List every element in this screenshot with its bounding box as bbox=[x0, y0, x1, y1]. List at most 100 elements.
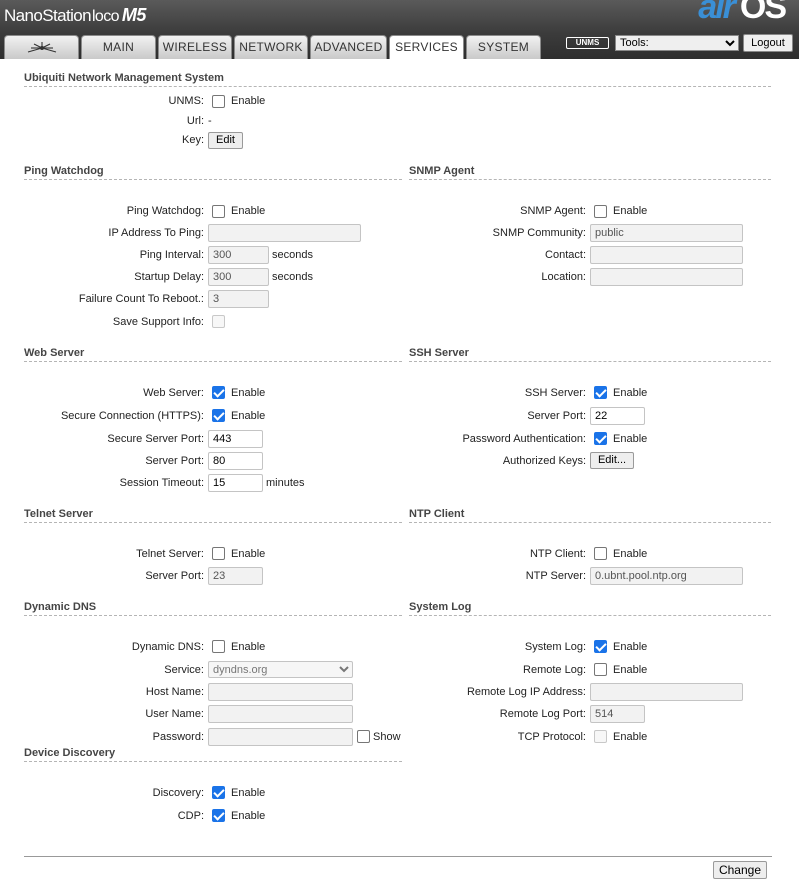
telnet-port-input[interactable] bbox=[208, 567, 263, 585]
section-title-system-log: System Log bbox=[409, 601, 771, 616]
ddns-show-password-label: Show bbox=[373, 731, 401, 743]
ntp-server-input[interactable] bbox=[590, 567, 743, 585]
ddns-host-label: Host Name: bbox=[145, 686, 204, 698]
remote-log-checkbox[interactable] bbox=[594, 663, 607, 676]
ping-ip-input[interactable] bbox=[208, 224, 361, 242]
tcp-protocol-checkbox[interactable] bbox=[594, 730, 607, 743]
unms-key-label: Key: bbox=[181, 134, 204, 146]
snmp-location-input[interactable] bbox=[590, 268, 743, 286]
tab-network[interactable]: NETWORK bbox=[234, 35, 308, 59]
system-log-checkbox[interactable] bbox=[594, 640, 607, 653]
telnet-port-label: Server Port: bbox=[145, 570, 204, 582]
unms-badge-label: UNMS bbox=[575, 38, 600, 47]
web-server-port-input[interactable] bbox=[208, 452, 263, 470]
ddns-service-label: Service: bbox=[164, 664, 204, 676]
device-brand: NanoStationloco M5 bbox=[4, 5, 146, 27]
snmp-community-label: SNMP Community: bbox=[492, 227, 586, 239]
secure-server-port-input[interactable] bbox=[208, 430, 263, 448]
secure-server-port-label: Secure Server Port: bbox=[107, 433, 204, 445]
unms-url-value: - bbox=[208, 115, 212, 127]
ping-watchdog-checkbox[interactable] bbox=[212, 205, 225, 218]
https-enable-label: Enable bbox=[231, 410, 266, 422]
tab-system[interactable]: SYSTEM bbox=[466, 35, 541, 59]
session-timeout-input[interactable] bbox=[208, 474, 263, 492]
snmp-contact-label: Contact: bbox=[545, 249, 586, 261]
ssh-port-input[interactable] bbox=[590, 407, 645, 425]
unms-enable-label: Enable bbox=[231, 95, 266, 107]
web-server-checkbox[interactable] bbox=[212, 386, 225, 399]
ddns-password-label: Password: bbox=[152, 731, 204, 743]
ddns-show-password-checkbox[interactable] bbox=[357, 730, 370, 743]
ping-ip-label: IP Address To Ping: bbox=[108, 227, 204, 239]
section-title-ssh-server: SSH Server bbox=[409, 347, 771, 362]
tab-services[interactable]: SERVICES bbox=[389, 35, 464, 60]
remote-log-enable-label: Enable bbox=[613, 664, 648, 676]
remote-log-ip-input[interactable] bbox=[590, 683, 743, 701]
startup-delay-unit: seconds bbox=[272, 271, 313, 283]
ntp-client-label: NTP Client: bbox=[529, 548, 586, 560]
dynamic-dns-checkbox[interactable] bbox=[212, 640, 225, 653]
snmp-contact-input[interactable] bbox=[590, 246, 743, 264]
remote-log-port-input[interactable] bbox=[590, 705, 645, 723]
snmp-agent-checkbox[interactable] bbox=[594, 205, 607, 218]
ssh-server-enable-label: Enable bbox=[613, 387, 648, 399]
https-checkbox[interactable] bbox=[212, 409, 225, 422]
unms-key-edit-button[interactable]: Edit bbox=[208, 132, 243, 149]
logout-button[interactable]: Logout bbox=[743, 34, 793, 52]
remote-log-port-label: Remote Log Port: bbox=[499, 708, 586, 720]
ping-interval-label: Ping Interval: bbox=[139, 249, 204, 261]
ntp-client-enable-label: Enable bbox=[613, 548, 648, 560]
ddns-service-select[interactable]: dyndns.org bbox=[208, 661, 353, 678]
save-support-info-label: Save Support Info: bbox=[112, 316, 204, 328]
unms-url-label: Url: bbox=[186, 115, 204, 127]
https-label: Secure Connection (HTTPS): bbox=[60, 410, 204, 422]
section-title-ping-watchdog: Ping Watchdog bbox=[24, 165, 402, 180]
top-header: NanoStationloco M5 air OS MAIN WIRELESS NE… bbox=[0, 0, 799, 60]
ping-watchdog-label: Ping Watchdog: bbox=[126, 205, 204, 217]
change-button[interactable]: Change bbox=[713, 861, 767, 879]
ddns-password-input[interactable] bbox=[208, 728, 353, 746]
logo-air-text: air bbox=[698, 0, 736, 26]
airos-logo: air OS bbox=[698, 0, 787, 26]
footer-divider bbox=[24, 856, 772, 857]
failure-count-input[interactable] bbox=[208, 290, 269, 308]
ssh-server-checkbox[interactable] bbox=[594, 386, 607, 399]
discovery-enable-label: Enable bbox=[231, 787, 266, 799]
system-log-label: System Log: bbox=[524, 641, 586, 653]
brand-generation: M5 bbox=[121, 5, 146, 25]
discovery-checkbox[interactable] bbox=[212, 786, 225, 799]
tab-wireless[interactable]: WIRELESS bbox=[158, 35, 232, 59]
section-title-dynamic-dns: Dynamic DNS bbox=[24, 601, 402, 616]
ddns-user-input[interactable] bbox=[208, 705, 353, 723]
telnet-server-enable-label: Enable bbox=[231, 548, 266, 560]
tcp-protocol-enable-label: Enable bbox=[613, 731, 648, 743]
ping-interval-input[interactable] bbox=[208, 246, 269, 264]
snmp-agent-enable-label: Enable bbox=[613, 205, 648, 217]
authorized-keys-edit-button[interactable]: Edit... bbox=[590, 452, 634, 469]
unms-checkbox[interactable] bbox=[212, 95, 225, 108]
password-auth-checkbox[interactable] bbox=[594, 432, 607, 445]
ddns-host-input[interactable] bbox=[208, 683, 353, 701]
tab-advanced[interactable]: ADVANCED bbox=[310, 35, 387, 59]
authorized-keys-label: Authorized Keys: bbox=[502, 455, 586, 467]
unms-label: UNMS: bbox=[168, 95, 204, 107]
section-title-telnet-server: Telnet Server bbox=[24, 508, 402, 523]
ssh-port-label: Server Port: bbox=[527, 410, 586, 422]
startup-delay-input[interactable] bbox=[208, 268, 269, 286]
section-title-web-server: Web Server bbox=[24, 347, 402, 362]
tab-main[interactable]: MAIN bbox=[81, 35, 156, 59]
password-auth-label: Password Authentication: bbox=[462, 433, 586, 445]
tab-ubiquiti-logo[interactable] bbox=[4, 35, 79, 59]
save-support-info-checkbox[interactable] bbox=[212, 315, 225, 328]
snmp-community-input[interactable] bbox=[590, 224, 743, 242]
cdp-checkbox[interactable] bbox=[212, 809, 225, 822]
web-server-port-label: Server Port: bbox=[145, 455, 204, 467]
ntp-client-checkbox[interactable] bbox=[594, 547, 607, 560]
brand-model: loco bbox=[91, 8, 120, 25]
brand-name: NanoStation bbox=[4, 6, 92, 25]
tcp-protocol-label: TCP Protocol: bbox=[517, 731, 586, 743]
telnet-server-checkbox[interactable] bbox=[212, 547, 225, 560]
web-server-label: Web Server: bbox=[143, 387, 204, 399]
unms-status-badge[interactable]: UNMS bbox=[566, 37, 609, 49]
tools-select[interactable]: Tools: bbox=[615, 35, 739, 51]
